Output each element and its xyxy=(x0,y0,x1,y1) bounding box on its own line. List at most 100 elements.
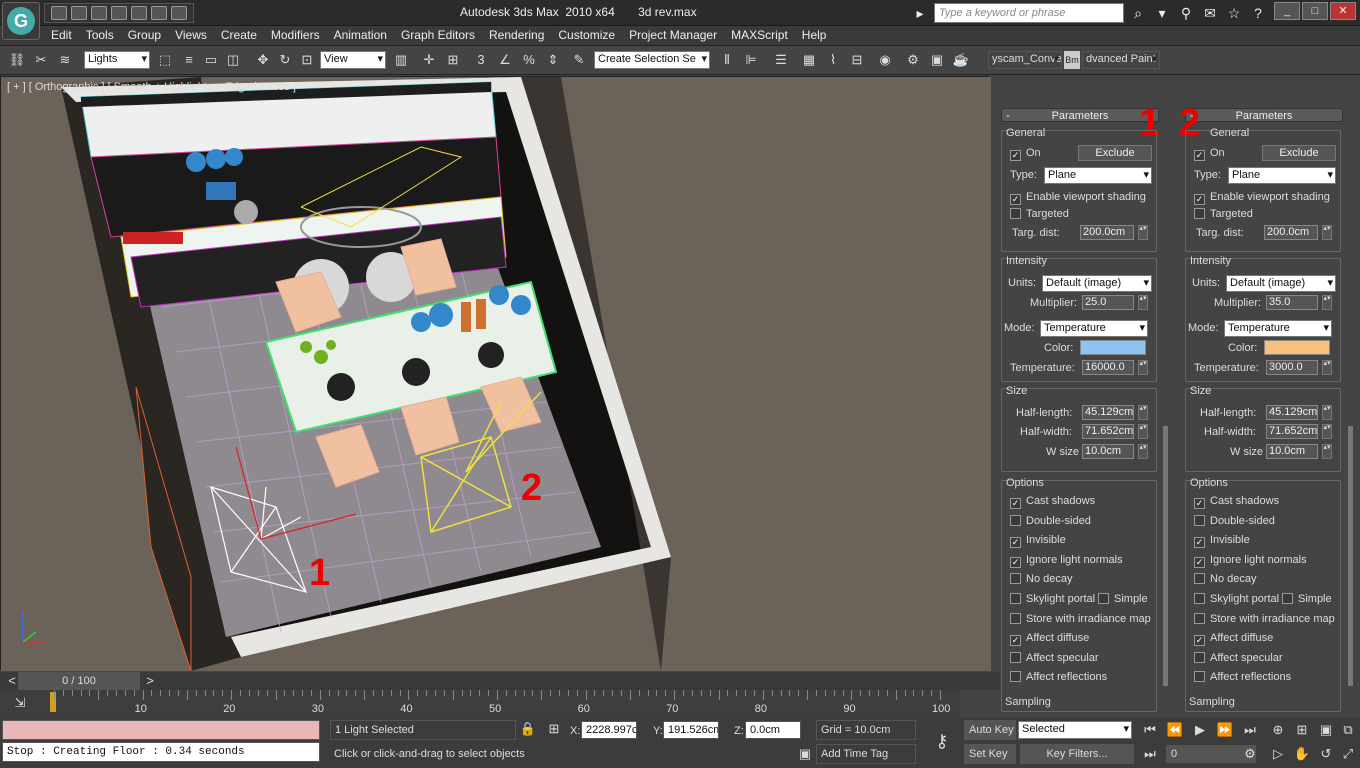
menu-modifiers[interactable]: Modifiers xyxy=(264,26,327,44)
option-checkbox-no-decay[interactable]: No decay xyxy=(1194,573,1256,585)
next-frame-icon[interactable]: ⏩ xyxy=(1215,721,1235,739)
plugin-toolbar-item[interactable]: yscam_Conver xyxy=(988,51,1062,69)
zoom-extents-all-icon[interactable]: ⧉ xyxy=(1338,721,1358,739)
x-coordinate-field[interactable]: 2228.997cm xyxy=(581,721,637,739)
multiplier-field[interactable]: 25.0 xyxy=(1082,295,1134,310)
render-setup-icon[interactable]: ⚙ xyxy=(904,51,922,69)
menu-maxscript[interactable]: MAXScript xyxy=(724,26,795,44)
multiplier-spinner[interactable]: ▴▾ xyxy=(1138,295,1148,310)
sampling-label[interactable]: Sampling xyxy=(1189,696,1235,708)
dropdown-arrow-icon[interactable] xyxy=(171,6,187,20)
half-width-field[interactable]: 71.652cm xyxy=(1082,424,1134,439)
half-length-field[interactable]: 45.129cm xyxy=(1082,405,1134,420)
bm-plugin-icon[interactable]: Bm xyxy=(1064,51,1080,69)
help-icon[interactable]: ? xyxy=(1248,3,1268,23)
color-swatch[interactable] xyxy=(1264,340,1330,355)
half-length-field[interactable]: 45.129cm xyxy=(1266,405,1318,420)
pan-hand-icon[interactable]: ✋ xyxy=(1292,745,1312,763)
curve-editor-icon[interactable]: ⌇ xyxy=(824,51,842,69)
keyword-search-input[interactable]: Type a keyword or phrase xyxy=(934,3,1124,23)
option-checkbox-store-with-irradiance-map[interactable]: Store with irradiance map xyxy=(1010,612,1151,625)
half-length-spinner[interactable]: ▴▾ xyxy=(1322,405,1332,420)
link-icon[interactable]: ⛓ xyxy=(8,51,26,69)
targeted-checkbox[interactable]: Targeted xyxy=(1010,208,1069,220)
targ-dist-spinner[interactable]: ▴▾ xyxy=(1138,225,1148,240)
field-of-view-icon[interactable]: ▷ xyxy=(1268,745,1288,763)
named-selection-set-dropdown[interactable]: Create Selection Se xyxy=(594,51,710,69)
current-frame-marker[interactable] xyxy=(50,692,56,712)
maxscript-listener-input[interactable] xyxy=(2,720,320,740)
advanced-paint-item[interactable]: dvanced Paint xyxy=(1082,51,1160,69)
select-by-name-icon[interactable]: ≡ xyxy=(180,51,198,69)
simple-checkbox[interactable]: Simple xyxy=(1098,593,1148,605)
zoom-icon[interactable]: ⊕ xyxy=(1268,721,1288,739)
scale-icon[interactable]: ⊡ xyxy=(298,51,316,69)
temperature-field[interactable]: 16000.0 xyxy=(1082,360,1134,375)
time-slider-thumb[interactable]: 0 / 100 xyxy=(18,672,140,690)
viewport-orthographic[interactable]: [ + ] [ Orthographic ] [ Smooth + Highli… xyxy=(0,76,991,671)
exclude-button[interactable]: Exclude xyxy=(1262,145,1336,161)
chevron-right-icon[interactable]: ▸ xyxy=(910,3,930,23)
multiplier-spinner[interactable]: ▴▾ xyxy=(1322,295,1332,310)
auto-key-button[interactable]: Auto Key xyxy=(964,720,1016,740)
menu-views[interactable]: Views xyxy=(168,26,214,44)
mode-dropdown[interactable]: Temperature xyxy=(1040,320,1148,337)
w-size-spinner[interactable]: ▴▾ xyxy=(1138,444,1148,459)
menu-project-manager[interactable]: Project Manager xyxy=(622,26,724,44)
on-checkbox[interactable]: ✓ On xyxy=(1010,147,1041,161)
sampling-label[interactable]: Sampling xyxy=(1005,696,1051,708)
open-file-icon[interactable] xyxy=(71,6,87,20)
reference-coordinate-dropdown[interactable]: View xyxy=(320,51,386,69)
menu-edit[interactable]: Edit xyxy=(44,26,79,44)
targ-dist-field[interactable]: 200.0cm xyxy=(1264,225,1318,240)
minimize-icon[interactable]: _ xyxy=(1274,2,1300,20)
menu-customize[interactable]: Customize xyxy=(551,26,622,44)
next-frame-arrow-icon[interactable]: > xyxy=(140,672,160,690)
previous-frame-icon[interactable]: ⏪ xyxy=(1165,721,1185,739)
rollout-header[interactable]: - Parameters xyxy=(1185,108,1343,122)
menu-graph-editors[interactable]: Graph Editors xyxy=(394,26,482,44)
search-icon[interactable]: ⚲ xyxy=(1176,3,1196,23)
rendered-frame-icon[interactable]: ▣ xyxy=(928,51,946,69)
option-checkbox-ignore-light-normals[interactable]: ✓ Ignore light normals xyxy=(1010,554,1123,568)
targ-dist-field[interactable]: 200.0cm xyxy=(1080,225,1134,240)
option-checkbox-cast-shadows[interactable]: ✓ Cast shadows xyxy=(1010,495,1095,509)
communication-center-icon[interactable]: ✉ xyxy=(1200,3,1220,23)
simple-checkbox[interactable]: Simple xyxy=(1282,593,1332,605)
spinner-snap-icon[interactable]: ⇕ xyxy=(544,51,562,69)
option-checkbox-invisible[interactable]: ✓ Invisible xyxy=(1194,534,1250,549)
time-tag-icon[interactable]: ▣ xyxy=(795,745,815,763)
absolute-mode-icon[interactable]: ⊞ xyxy=(544,720,564,738)
menu-create[interactable]: Create xyxy=(214,26,264,44)
on-checkbox[interactable]: ✓ On xyxy=(1194,147,1225,161)
bind-space-warp-icon[interactable]: ≋ xyxy=(56,51,74,69)
go-to-start-icon[interactable]: ⏮ xyxy=(1140,721,1160,739)
targeted-checkbox[interactable]: Targeted xyxy=(1194,208,1253,220)
manipulate-icon[interactable]: ✛ xyxy=(420,51,438,69)
option-checkbox-store-with-irradiance-map[interactable]: Store with irradiance map xyxy=(1194,612,1335,625)
angle-snap-icon[interactable]: ∠ xyxy=(496,51,514,69)
redo-icon[interactable] xyxy=(131,6,147,20)
maxscript-output[interactable]: Stop : Creating Floor : 0.34 seconds xyxy=(2,742,320,762)
maximize-icon[interactable]: □ xyxy=(1302,2,1328,20)
option-checkbox-affect-reflections[interactable]: Affect reflections xyxy=(1194,671,1291,683)
chevron-down-icon[interactable]: ▾ xyxy=(1152,3,1172,23)
move-icon[interactable]: ✥ xyxy=(254,51,272,69)
snaps-toggle-icon[interactable]: 3 xyxy=(472,51,490,69)
keyboard-shortcut-icon[interactable]: ⊞ xyxy=(444,51,462,69)
multiplier-field[interactable]: 35.0 xyxy=(1266,295,1318,310)
rectangular-selection-icon[interactable]: ▭ xyxy=(202,51,220,69)
go-to-end-icon[interactable]: ⏭ xyxy=(1240,721,1260,739)
lock-selection-icon[interactable]: 🔒 xyxy=(518,720,538,738)
zoom-all-icon[interactable]: ⊞ xyxy=(1292,721,1312,739)
select-object-icon[interactable]: ⬚ xyxy=(156,51,174,69)
menu-animation[interactable]: Animation xyxy=(327,26,394,44)
type-dropdown[interactable]: Plane xyxy=(1044,167,1152,184)
option-checkbox-double-sided[interactable]: Double-sided xyxy=(1194,514,1275,527)
project-folder-icon[interactable] xyxy=(151,6,167,20)
viewport-label[interactable]: [ + ] [ Orthographic ] [ Smooth + Highli… xyxy=(7,81,296,93)
half-length-spinner[interactable]: ▴▾ xyxy=(1138,405,1148,420)
mirror-icon[interactable]: ⫴ xyxy=(718,51,736,69)
key-filters-button[interactable]: Key Filters... xyxy=(1020,744,1134,764)
menu-tools[interactable]: Tools xyxy=(79,26,121,44)
